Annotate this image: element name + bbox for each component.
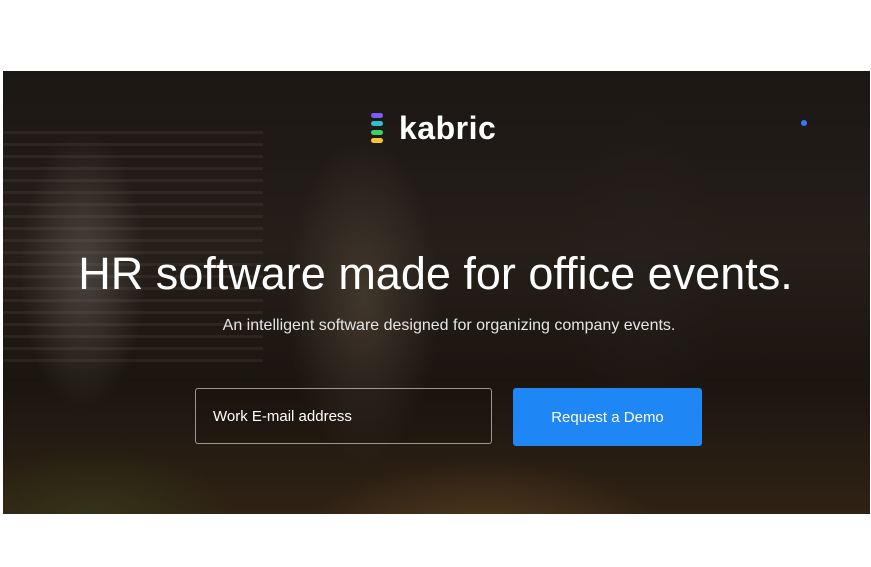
decorative-dot: [801, 120, 807, 126]
logo-bar-teal: [371, 121, 383, 127]
logo-bar-purple: [371, 113, 383, 118]
request-demo-button[interactable]: Request a Demo: [513, 388, 702, 446]
brand-logo[interactable]: kabric: [371, 110, 496, 146]
work-email-input[interactable]: [195, 388, 492, 444]
logo-bar-green: [371, 129, 383, 135]
brand-name: kabric: [399, 110, 497, 146]
logo-bar-yellow: [371, 137, 383, 143]
landing-page: kabric HR software made for office event…: [0, 0, 871, 567]
hero-subheadline: An intelligent software designed for org…: [222, 317, 676, 334]
logo-mark-icon: [371, 113, 383, 143]
hero-headline: HR software made for office events.: [78, 248, 793, 299]
